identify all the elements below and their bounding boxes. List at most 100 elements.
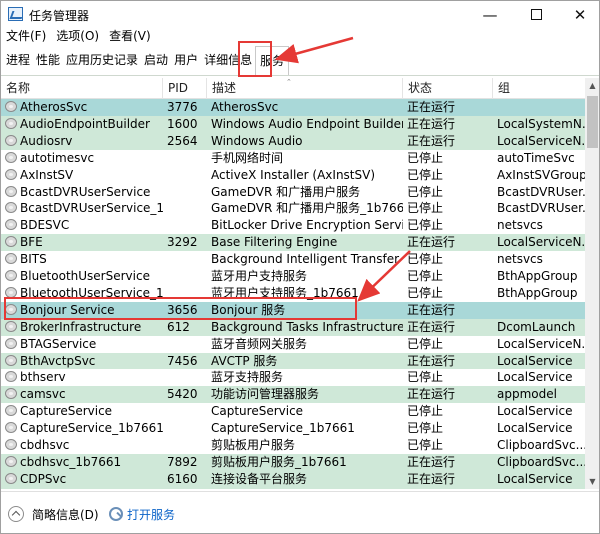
menu-bar: 文件(F) 选项(O) 查看(V)	[1, 28, 599, 46]
service-pid: 2564	[163, 133, 207, 150]
service-group: LocalServiceN...	[493, 234, 585, 251]
close-button[interactable]: ✕	[557, 1, 599, 28]
column-pid[interactable]: PID	[163, 78, 207, 99]
service-description: Windows Audio Endpoint Builder	[207, 116, 403, 133]
service-name: BTAGService	[1, 336, 163, 353]
tab-processes[interactable]: 进程	[1, 46, 33, 75]
service-status-text: 正在运行	[407, 100, 456, 114]
service-row[interactable]: cbdhsvc 剪贴板用户服务 已停止 ClipboardSvc...	[1, 437, 585, 454]
service-list: AtherosSvc 3776 AtherosSvc 正在运行 AudioEndpoin…	[1, 99, 585, 489]
tab-users[interactable]: 用户	[171, 46, 201, 75]
tab-performance[interactable]: 性能	[33, 46, 63, 75]
service-group: BthAppGroup	[493, 285, 585, 302]
service-row[interactable]: BFE 3292 Base Filtering Engine 正在运行 LocalSer…	[1, 234, 585, 252]
services-tab-highlight-box	[238, 41, 272, 77]
fewer-details-button[interactable]: 简略信息(D)	[32, 506, 99, 523]
service-row[interactable]: CDPSvc 6160 连接设备平台服务 正在运行 LocalService	[1, 470, 585, 488]
scroll-thumb[interactable]	[587, 96, 598, 148]
service-pid-text: 5420	[167, 387, 198, 402]
service-status-text: 已停止	[407, 421, 444, 436]
service-status-text: 正在运行	[407, 319, 456, 334]
service-description-text: 剪贴板用户服务_1b7661	[211, 454, 347, 469]
service-name-text: BrokerInfrastructure	[20, 319, 142, 334]
service-gear-icon	[5, 236, 17, 248]
service-group: appmodel	[493, 386, 585, 403]
service-row[interactable]: BcastDVRUserService GameDVR 和广播用户服务 已停止 Bca…	[1, 183, 585, 201]
service-name-text: AudioEndpointBuilder	[20, 116, 150, 131]
service-row[interactable]: CaptureService_1b7661 CaptureService_1b76…	[1, 420, 585, 438]
service-name-text: BITS	[20, 252, 47, 267]
service-row[interactable]: BITS Background Intelligent Transfer Se..…	[1, 251, 585, 269]
service-name-text: cbdhsvc_1b7661	[20, 454, 122, 469]
service-description-text: GameDVR 和广播用户服务	[211, 184, 361, 199]
service-status: 正在运行	[403, 234, 493, 251]
service-status-text: 已停止	[407, 167, 444, 182]
column-status[interactable]: 状态	[403, 78, 493, 99]
service-gear-icon	[5, 202, 17, 214]
service-description-text: CaptureService	[211, 404, 304, 419]
service-status-text: 已停止	[407, 150, 444, 165]
column-name[interactable]: 名称	[1, 78, 163, 99]
service-status-text: 已停止	[407, 218, 444, 233]
service-description-text: 手机网络时间	[211, 150, 284, 165]
service-row[interactable]: CDPUserSvc 连接设备平台用户服务正在运行	[1, 487, 585, 489]
service-status-text: 正在运行	[407, 454, 456, 469]
service-pid: 3292	[163, 234, 207, 251]
service-row[interactable]: cbdhsvc_1b7661 7892 剪贴板用户服务_1b7661 正在运行 Clip…	[1, 453, 585, 471]
service-row[interactable]: BDESVC BitLocker Drive Encryption Service…	[1, 217, 585, 235]
service-gear-icon	[5, 439, 17, 450]
service-row[interactable]: autotimesvc 手机网络时间 已停止 autoTimeSvc	[1, 149, 585, 167]
service-row[interactable]: CaptureService CaptureService 已停止 LocalServ…	[1, 403, 585, 421]
service-row[interactable]: BluetoothUserService 蓝牙用户支持服务 已停止 BthAppGro…	[1, 268, 585, 285]
service-row[interactable]: camsvc 5420 功能访问管理器服务 正在运行 appmodel	[1, 386, 585, 404]
service-gear-icon	[5, 117, 17, 129]
service-gear-icon	[5, 388, 17, 400]
service-pid-text: 612	[167, 319, 190, 334]
scroll-up-icon[interactable]: ▲	[585, 78, 599, 93]
minimize-button[interactable]: —	[467, 1, 513, 28]
service-row[interactable]: BcastDVRUserService_1b7... GameDVR 和广播用户服…	[1, 200, 585, 218]
service-name: AudioEndpointBuilder	[1, 116, 163, 133]
menu-options[interactable]: 选项(O)	[51, 28, 104, 46]
service-name-text: BcastDVRUserService	[20, 184, 151, 199]
column-group[interactable]: 组	[493, 78, 585, 99]
service-group: LocalService	[493, 369, 585, 386]
service-description-text: CaptureService_1b7661	[211, 421, 355, 436]
vertical-scrollbar[interactable]: ▲ ▼	[585, 78, 599, 489]
service-group	[493, 99, 585, 116]
menu-view[interactable]: 查看(V)	[104, 28, 156, 46]
service-status-text: 已停止	[407, 404, 444, 419]
services-icon[interactable]	[107, 505, 123, 521]
service-row[interactable]: AxInstSV ActiveX Installer (AxInstSV) 已停止 A…	[1, 166, 585, 184]
service-group: LocalService	[493, 471, 585, 488]
service-pid	[163, 336, 207, 353]
service-gear-icon	[5, 151, 17, 163]
tab-app-history[interactable]: 应用历史记录	[63, 46, 141, 75]
column-description[interactable]: 描述	[207, 78, 403, 99]
open-services-link[interactable]: 打开服务	[127, 506, 175, 523]
service-status-text: 已停止	[407, 269, 444, 283]
service-name-text: BTAGService	[20, 336, 97, 351]
service-row[interactable]: BrokerInfrastructure 612 Background Tasks …	[1, 318, 585, 336]
service-status: 已停止	[403, 251, 493, 268]
service-gear-icon	[5, 270, 17, 281]
service-gear-icon	[5, 455, 17, 467]
service-row[interactable]: BTAGService 蓝牙音频网关服务 已停止 LocalServiceN...	[1, 335, 585, 353]
scroll-down-icon[interactable]: ▼	[585, 474, 599, 489]
service-row[interactable]: AudioEndpointBuilder 1600 Windows Audio En…	[1, 115, 585, 133]
service-description: 蓝牙用户支持服务	[207, 268, 403, 285]
tab-startup[interactable]: 启动	[141, 46, 171, 75]
maximize-button[interactable]	[513, 1, 559, 28]
menu-file[interactable]: 文件(F)	[1, 28, 51, 46]
service-name-text: BluetoothUserService	[20, 269, 150, 283]
service-status-text: 正在运行	[407, 133, 456, 148]
service-row[interactable]: Audiosrv 2564 Windows Audio 正在运行 LocalServic…	[1, 132, 585, 150]
service-row[interactable]: BthAvctpSvc 7456 AVCTP 服务 正在运行 LocalService	[1, 352, 585, 370]
service-description-text: 蓝牙支持服务	[211, 370, 284, 385]
service-pid	[163, 437, 207, 454]
service-row[interactable]: AtherosSvc 3776 AtherosSvc 正在运行	[1, 99, 585, 116]
service-row[interactable]: bthserv 蓝牙支持服务 已停止 LocalService	[1, 369, 585, 387]
service-pid	[163, 217, 207, 234]
chevron-up-icon[interactable]	[8, 506, 24, 522]
bonjour-row-highlight-box	[4, 297, 357, 320]
